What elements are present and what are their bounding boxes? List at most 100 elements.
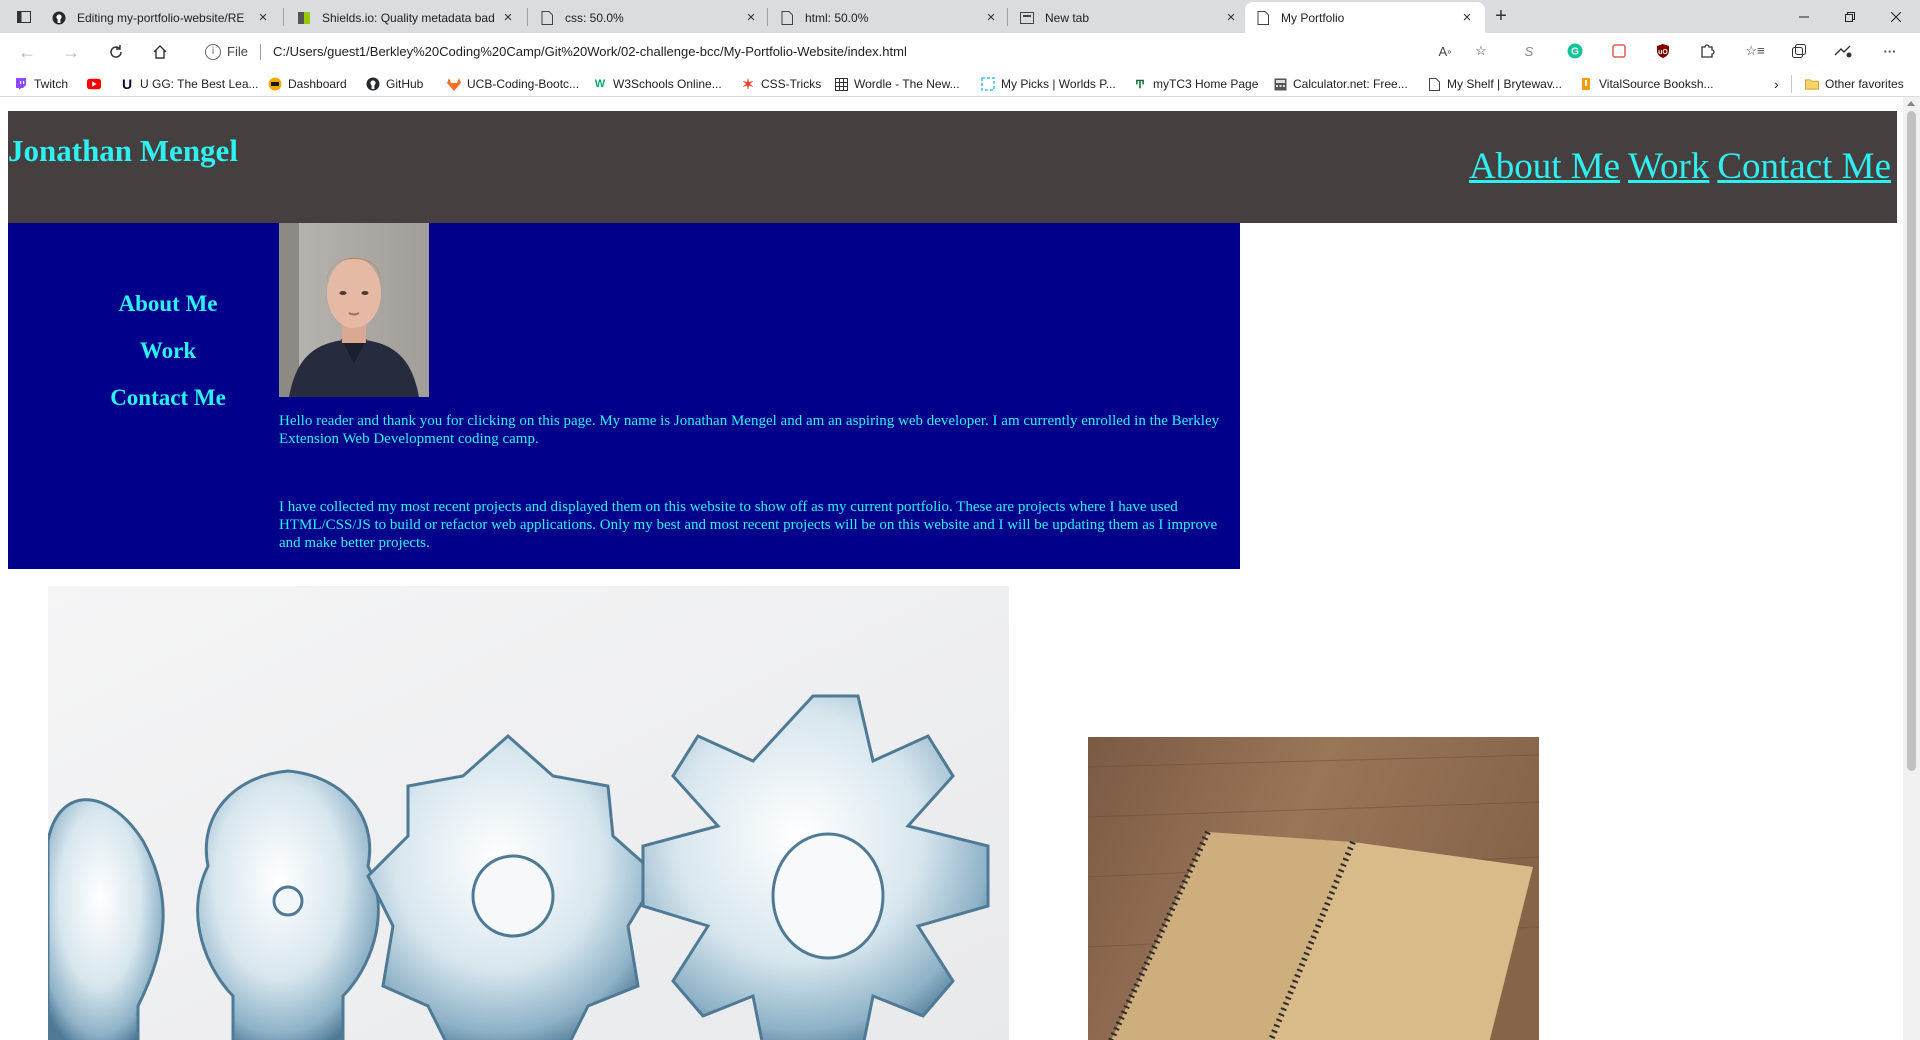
close-icon[interactable]: × bbox=[1459, 9, 1475, 26]
svg-text:G: G bbox=[1571, 47, 1579, 58]
scroll-up-arrow-icon[interactable] bbox=[1907, 101, 1915, 106]
close-window-icon[interactable] bbox=[1873, 0, 1919, 33]
refresh-icon[interactable] bbox=[103, 40, 129, 64]
header-nav-work[interactable]: Work bbox=[1628, 145, 1709, 188]
bookmark-twitch[interactable]: Twitch bbox=[14, 74, 68, 94]
gitlab-icon bbox=[447, 77, 461, 91]
tab-actions-icon[interactable] bbox=[10, 6, 38, 28]
w3schools-icon: W bbox=[594, 78, 606, 90]
twitch-icon bbox=[14, 77, 28, 91]
other-favorites-label: Other favorites bbox=[1825, 77, 1904, 91]
document-icon bbox=[1255, 10, 1271, 26]
scrollbar-thumb[interactable] bbox=[1907, 111, 1916, 771]
address-bar[interactable]: i File C:/Users/guest1/Berkley%20Coding%… bbox=[190, 36, 1480, 67]
collections-icon[interactable] bbox=[1790, 42, 1808, 60]
folder-icon bbox=[1805, 77, 1819, 91]
bookmark-css-tricks[interactable]: ✶ CSS-Tricks bbox=[741, 74, 821, 94]
side-nav-work[interactable]: Work bbox=[68, 338, 268, 364]
home-icon[interactable] bbox=[147, 40, 173, 64]
restore-icon[interactable] bbox=[1827, 0, 1873, 33]
bookmark-label: Wordle - The New... bbox=[854, 77, 960, 91]
tab-separator bbox=[527, 8, 528, 26]
bookmark-ucb-coding[interactable]: UCB-Coding-Bootc... bbox=[447, 74, 579, 94]
bookmark-wordle[interactable]: Wordle - The New... bbox=[834, 74, 960, 94]
bookmark-label: GitHub bbox=[386, 77, 424, 91]
bookmark-calculator[interactable]: Calculator.net: Free... bbox=[1273, 74, 1408, 94]
header-nav-about-me[interactable]: About Me bbox=[1469, 145, 1620, 188]
site-title: Jonathan Mengel bbox=[8, 133, 238, 168]
tab-my-portfolio[interactable]: My Portfolio × bbox=[1245, 2, 1485, 33]
bookmark-github[interactable]: GitHub bbox=[366, 74, 423, 94]
shields-icon bbox=[296, 10, 312, 26]
close-icon[interactable]: × bbox=[1223, 9, 1239, 26]
bookmark-label: UCB-Coding-Bootc... bbox=[467, 77, 580, 91]
wordle-icon bbox=[834, 77, 848, 91]
bookmarks-overflow-chevron-icon[interactable]: › bbox=[1774, 74, 1779, 94]
bookmark-youtube[interactable] bbox=[87, 74, 107, 94]
intro-section: About Me Work Contact Me Hello reader an… bbox=[8, 223, 1240, 569]
tab-title: New tab bbox=[1045, 10, 1090, 25]
bookmark-ugg[interactable]: U U GG: The Best Lea... bbox=[120, 74, 259, 94]
tab-title: Shields.io: Quality metadata bad bbox=[322, 10, 495, 25]
bookmark-mytc3[interactable]: Ͳ myTC3 Home Page bbox=[1133, 74, 1258, 94]
tab-title: My Portfolio bbox=[1281, 10, 1345, 25]
extensions-icon[interactable] bbox=[1698, 42, 1716, 60]
minimize-icon[interactable] bbox=[1781, 0, 1827, 33]
side-nav-about-me[interactable]: About Me bbox=[68, 291, 268, 317]
tab-shields[interactable]: Shields.io: Quality metadata bad × bbox=[286, 2, 526, 33]
extension-s-icon[interactable]: S bbox=[1520, 42, 1538, 60]
tab-editing-readme[interactable]: Editing my-portfolio-website/RE × bbox=[41, 2, 281, 33]
tab-separator bbox=[283, 8, 284, 26]
side-nav-contact-me[interactable]: Contact Me bbox=[68, 385, 268, 411]
bookmark-vitalsource[interactable]: VitalSource Booksh... bbox=[1579, 74, 1714, 94]
grammarly-icon[interactable]: G bbox=[1566, 42, 1584, 60]
bookmark-label: CSS-Tricks bbox=[761, 77, 822, 91]
page-scrollbar[interactable] bbox=[1903, 97, 1920, 1040]
favorites-icon[interactable]: ☆≡ bbox=[1745, 42, 1764, 60]
tab-new-tab[interactable]: New tab × bbox=[1009, 2, 1249, 33]
document-icon bbox=[1427, 77, 1441, 91]
notebook-image bbox=[1088, 737, 1539, 1040]
close-icon[interactable]: × bbox=[500, 9, 516, 26]
address-url[interactable]: C:/Users/guest1/Berkley%20Coding%20Camp/… bbox=[273, 44, 907, 59]
more-menu-icon[interactable]: ··· bbox=[1881, 42, 1899, 60]
bookmark-dashboard[interactable]: Dashboard bbox=[268, 74, 347, 94]
github-icon bbox=[51, 10, 67, 26]
add-favorite-icon[interactable]: ☆ bbox=[1472, 42, 1490, 60]
close-icon[interactable]: × bbox=[743, 9, 759, 26]
bookmark-label: My Picks | Worlds P... bbox=[1001, 77, 1116, 91]
tab-css[interactable]: css: 50.0% × bbox=[529, 2, 769, 33]
css-tricks-icon: ✶ bbox=[742, 75, 754, 92]
side-nav: About Me Work Contact Me bbox=[68, 291, 268, 432]
back-icon[interactable]: ← bbox=[14, 40, 40, 64]
bookmark-other-favorites[interactable]: Other favorites bbox=[1805, 74, 1904, 94]
intro-paragraph-1: Hello reader and thank you for clicking … bbox=[279, 413, 1220, 447]
performance-icon[interactable] bbox=[1834, 42, 1852, 60]
bookmark-w3schools[interactable]: W W3Schools Online... bbox=[593, 74, 722, 94]
ublock-icon[interactable]: uO bbox=[1654, 42, 1672, 60]
header-nav: About Me Work Contact Me bbox=[1469, 145, 1891, 188]
header-nav-contact-me[interactable]: Contact Me bbox=[1717, 145, 1891, 188]
bookmark-my-shelf[interactable]: My Shelf | Brytewav... bbox=[1427, 74, 1562, 94]
newtab-icon bbox=[1019, 10, 1035, 26]
tab-html[interactable]: html: 50.0% × bbox=[769, 2, 1009, 33]
bookmarks-divider bbox=[1791, 75, 1792, 93]
tab-strip: Editing my-portfolio-website/RE × Shield… bbox=[0, 0, 1920, 33]
close-icon[interactable]: × bbox=[983, 9, 999, 26]
tab-title: html: 50.0% bbox=[805, 10, 869, 25]
picks-icon bbox=[981, 77, 995, 91]
page-viewport: Jonathan Mengel About Me Work Contact Me… bbox=[0, 97, 1900, 1040]
address-divider bbox=[259, 43, 261, 60]
pdf-extension-icon[interactable] bbox=[1610, 42, 1628, 60]
calculator-icon bbox=[1273, 77, 1287, 91]
bookmark-label: U GG: The Best Lea... bbox=[140, 77, 259, 91]
github-icon bbox=[366, 77, 380, 91]
dashboard-icon bbox=[268, 77, 282, 91]
intro-paragraph-2: I have collected my most recent projects… bbox=[279, 499, 1218, 551]
bookmark-my-picks[interactable]: My Picks | Worlds P... bbox=[981, 74, 1116, 94]
read-aloud-icon[interactable]: A» bbox=[1436, 42, 1454, 60]
site-info-icon[interactable]: i bbox=[205, 43, 221, 60]
close-icon[interactable]: × bbox=[255, 9, 271, 26]
forward-icon[interactable]: → bbox=[58, 40, 84, 64]
new-tab-button[interactable]: + bbox=[1489, 4, 1513, 28]
